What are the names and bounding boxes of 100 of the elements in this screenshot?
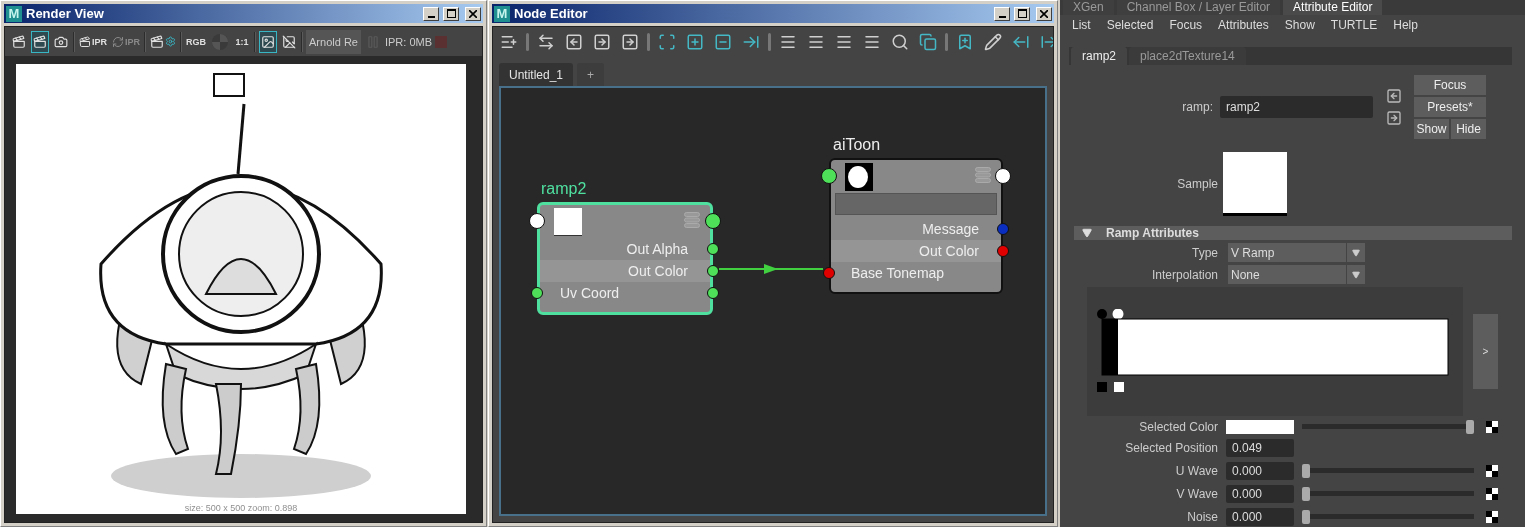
maximize-button[interactable] bbox=[443, 6, 459, 21]
render-button[interactable] bbox=[31, 30, 49, 53]
checker-icon[interactable] bbox=[1486, 465, 1498, 477]
slider-thumb[interactable] bbox=[1302, 510, 1310, 524]
panel-tab[interactable]: Attribute Editor bbox=[1283, 0, 1383, 15]
panel-tab[interactable]: XGen bbox=[1063, 0, 1114, 15]
sphere-swatch-icon bbox=[845, 163, 873, 191]
checker-icon[interactable] bbox=[1486, 488, 1498, 500]
square-plus-icon bbox=[686, 32, 704, 51]
app-logo: M bbox=[6, 5, 22, 22]
menu-item[interactable]: Focus bbox=[1169, 18, 1203, 33]
clapperboard-icon bbox=[150, 34, 165, 49]
close-button[interactable] bbox=[465, 6, 481, 21]
panel-button[interactable]: Presets* bbox=[1414, 96, 1486, 117]
port-label: Message bbox=[922, 221, 979, 237]
search-icon bbox=[891, 32, 909, 51]
editor-tab[interactable]: + bbox=[577, 63, 605, 86]
sample-swatch bbox=[1223, 151, 1287, 216]
slider-thumb[interactable] bbox=[1302, 487, 1310, 501]
maximize-icon bbox=[446, 9, 456, 18]
toolbar-button[interactable]: 1:1 bbox=[233, 30, 252, 53]
minimize-button[interactable] bbox=[994, 6, 1010, 21]
square-arrow-right-icon[interactable] bbox=[1386, 109, 1402, 126]
input-field[interactable]: ramp2 bbox=[1220, 95, 1373, 118]
square-arrow-right-icon bbox=[621, 32, 639, 51]
menu-item[interactable]: List bbox=[1072, 18, 1091, 33]
color-swatch-icon bbox=[554, 208, 582, 236]
input-field[interactable]: 0.000 bbox=[1226, 508, 1294, 526]
sample-label: Sample bbox=[1176, 176, 1218, 191]
image-button[interactable] bbox=[259, 30, 278, 53]
panel-tab[interactable]: Channel Box / Layer Editor bbox=[1116, 0, 1281, 15]
clapperboard-icon bbox=[79, 35, 91, 48]
attribute-label: Interpolation bbox=[1150, 267, 1218, 282]
slider-thumb[interactable] bbox=[1302, 464, 1310, 478]
checker-icon[interactable] bbox=[1486, 421, 1498, 433]
camera-icon bbox=[54, 34, 68, 49]
node-tab[interactable]: place2dTexture14 bbox=[1129, 46, 1246, 65]
clapperboard-icon bbox=[12, 34, 26, 49]
app-logo: M bbox=[494, 5, 510, 22]
attribute-label: Type bbox=[1191, 245, 1218, 260]
port-dot[interactable] bbox=[823, 267, 835, 279]
square-arrow-left-icon[interactable] bbox=[1386, 87, 1402, 104]
input-field[interactable]: 0.000 bbox=[1226, 462, 1294, 480]
renderer-dropdown[interactable]: Arnold Re bbox=[306, 29, 361, 54]
panel-button[interactable]: Hide bbox=[1451, 118, 1486, 139]
refresh-icon bbox=[112, 35, 124, 48]
checker-icon bbox=[211, 32, 230, 51]
port-dot[interactable] bbox=[531, 287, 543, 299]
node-title: ramp2 bbox=[540, 180, 588, 199]
image-icon bbox=[261, 34, 276, 49]
port-dot[interactable] bbox=[821, 168, 837, 184]
minimize-button[interactable] bbox=[423, 6, 439, 21]
panel-button[interactable]: Show bbox=[1414, 118, 1449, 139]
section-header[interactable]: Ramp Attributes bbox=[1074, 225, 1512, 240]
editor-tab[interactable]: Untitled_1 bbox=[499, 63, 574, 86]
toolbar-button[interactable]: RGB bbox=[185, 30, 208, 53]
menu-item[interactable]: Selected bbox=[1106, 18, 1154, 33]
menu-item[interactable]: TURTLE bbox=[1330, 18, 1378, 33]
input-field[interactable]: 0.049 bbox=[1226, 439, 1294, 457]
close-button[interactable] bbox=[1036, 6, 1052, 21]
checker-icon[interactable] bbox=[1486, 511, 1498, 523]
maximize-button[interactable] bbox=[1014, 6, 1030, 21]
maximize-icon bbox=[1017, 9, 1027, 18]
square-arrow-right-icon bbox=[593, 32, 611, 51]
caret-icon bbox=[1352, 248, 1360, 257]
port-dot[interactable] bbox=[705, 213, 721, 229]
memory-readout: IPR: 0MB bbox=[384, 35, 433, 48]
port-label: Uv Coord bbox=[560, 285, 620, 301]
square-arrow-left-icon bbox=[565, 32, 583, 51]
ipr-button[interactable]: IPR bbox=[78, 30, 108, 53]
clapperboard-icon bbox=[33, 34, 47, 49]
bookmark-plus-icon bbox=[956, 32, 974, 51]
menu-item[interactable]: Attributes bbox=[1218, 18, 1269, 33]
port-label: Out Alpha bbox=[626, 241, 688, 257]
minimize-icon bbox=[998, 15, 1006, 18]
swap-arrows-icon bbox=[537, 32, 555, 51]
port-dot[interactable] bbox=[529, 213, 545, 229]
section-title: Ramp Attributes bbox=[1106, 225, 1199, 240]
frame-icon bbox=[658, 32, 676, 51]
input-field[interactable]: 0.000 bbox=[1226, 485, 1294, 503]
dropdown[interactable]: None bbox=[1228, 265, 1365, 284]
expand-ramp-button[interactable]: > bbox=[1473, 314, 1498, 389]
panel-button[interactable]: Focus bbox=[1414, 74, 1486, 95]
image-off-icon bbox=[282, 34, 297, 49]
menu-item[interactable]: Show bbox=[1284, 18, 1315, 33]
slider-thumb[interactable] bbox=[1466, 420, 1474, 434]
port-label: Out Color bbox=[628, 263, 688, 279]
dropdown[interactable]: V Ramp bbox=[1228, 243, 1365, 262]
attribute-label: Selected Color bbox=[1138, 420, 1218, 434]
attribute-label: V Wave bbox=[1175, 487, 1218, 501]
ramp-editor[interactable] bbox=[1087, 287, 1463, 416]
color-field[interactable] bbox=[1226, 420, 1294, 434]
port-label: Out Color bbox=[919, 243, 979, 259]
node-title: aiToon bbox=[832, 136, 882, 155]
settings-icon bbox=[165, 36, 177, 47]
menu-item[interactable]: Help bbox=[1393, 18, 1418, 33]
caret-icon bbox=[1352, 270, 1360, 279]
node-tab[interactable]: ramp2 bbox=[1071, 46, 1127, 65]
close-icon bbox=[469, 9, 477, 18]
port-dot[interactable] bbox=[995, 168, 1011, 184]
